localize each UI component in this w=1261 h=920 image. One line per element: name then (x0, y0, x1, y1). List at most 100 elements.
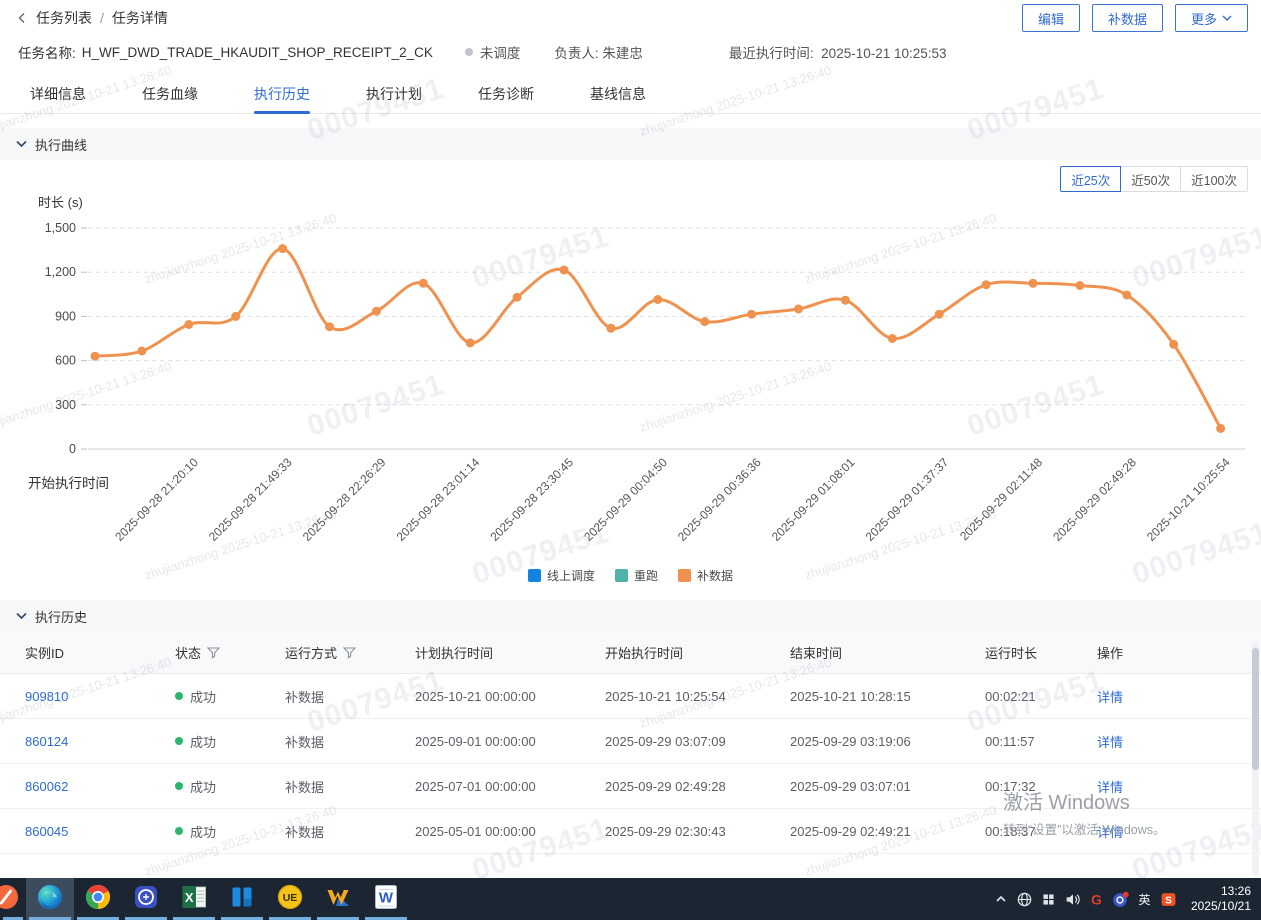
wps-taskbar-button[interactable] (314, 878, 362, 920)
range-button-1[interactable]: 近50次 (1120, 166, 1181, 192)
filter-icon[interactable] (343, 647, 356, 659)
breadcrumb-task-detail[interactable]: 任务详情 (112, 8, 168, 28)
legend-item-2[interactable]: 补数据 (678, 567, 733, 584)
y-tick-label: 1,200 (45, 265, 76, 279)
ultraedit-icon: UE (276, 883, 304, 916)
word-taskbar-button[interactable]: W (362, 878, 410, 920)
x-tick-label: 2025-09-28 23:30:45 (487, 455, 576, 544)
data-point[interactable] (747, 310, 756, 319)
g-app-icon[interactable]: G (1085, 878, 1109, 920)
instance-id-link[interactable]: 909810 (25, 689, 175, 704)
y-tick-label: 300 (55, 398, 76, 412)
excel-taskbar-button[interactable]: X (170, 878, 218, 920)
table-header-row: 实例ID状态运行方式计划执行时间开始执行时间结束时间运行时长操作 (0, 632, 1261, 674)
data-point[interactable] (372, 307, 381, 316)
detail-link[interactable]: 详情 (1097, 690, 1123, 705)
breadcrumb: 任务列表 / 任务详情 (16, 8, 168, 28)
data-point[interactable] (982, 280, 991, 289)
chevron-left-icon[interactable] (16, 12, 28, 24)
legend-item-0[interactable]: 线上调度 (528, 567, 595, 584)
curve-section-title: 执行曲线 (35, 135, 87, 154)
data-point[interactable] (653, 295, 662, 304)
data-point[interactable] (513, 293, 522, 302)
word-icon: W (372, 883, 400, 916)
chrome-taskbar-button[interactable] (74, 878, 122, 920)
data-point[interactable] (325, 322, 334, 331)
legend-swatch-icon (615, 569, 628, 582)
x-tick-label: 2025-09-28 23:01:14 (394, 455, 483, 544)
legend-item-1[interactable]: 重跑 (615, 567, 658, 584)
end-time-cell: 2025-09-29 02:49:21 (790, 824, 985, 839)
speaker-icon[interactable] (1061, 878, 1085, 920)
instance-id-link[interactable]: 860124 (25, 734, 175, 749)
tab-5[interactable]: 基线信息 (590, 78, 646, 113)
filter-icon[interactable] (207, 647, 220, 659)
data-point[interactable] (1029, 279, 1038, 288)
data-point[interactable] (560, 266, 569, 275)
tab-3[interactable]: 执行计划 (366, 78, 422, 113)
tab-2[interactable]: 执行历史 (254, 78, 310, 113)
data-point[interactable] (466, 338, 475, 347)
data-point[interactable] (231, 312, 240, 321)
data-point[interactable] (91, 352, 100, 361)
blue-chat-app-taskbar-button[interactable] (122, 878, 170, 920)
x-tick-label: 2025-09-29 02:11:48 (957, 455, 1045, 543)
range-button-0[interactable]: 近25次 (1060, 166, 1121, 192)
edge-taskbar-button[interactable] (26, 878, 74, 920)
backfill-button[interactable]: 补数据 (1092, 4, 1163, 32)
breadcrumb-task-list[interactable]: 任务列表 (36, 8, 92, 28)
scrollbar-thumb[interactable] (1252, 648, 1259, 770)
header-actions: 编辑 补数据 更多 (1022, 4, 1248, 32)
detail-link[interactable]: 详情 (1097, 780, 1123, 795)
plan-time-cell: 2025-10-21 00:00:00 (415, 689, 605, 704)
data-point[interactable] (794, 305, 803, 314)
blue-h-app-taskbar-button[interactable] (218, 878, 266, 920)
start-time-cell: 2025-09-29 03:07:09 (605, 734, 790, 749)
data-point[interactable] (1075, 281, 1084, 290)
data-point[interactable] (278, 244, 287, 253)
success-dot-icon (175, 692, 183, 700)
plan-time-cell: 2025-07-01 00:00:00 (415, 779, 605, 794)
ime-label[interactable]: 英 (1133, 878, 1157, 920)
data-point[interactable] (137, 347, 146, 356)
chevron-up-icon[interactable] (989, 878, 1013, 920)
data-point[interactable] (184, 320, 193, 329)
data-point[interactable] (841, 296, 850, 305)
x-tick-label: 2025-09-28 21:49:33 (206, 455, 295, 544)
column-header-6: 运行时长 (985, 643, 1097, 662)
detail-link[interactable]: 详情 (1097, 735, 1123, 750)
data-point[interactable] (935, 310, 944, 319)
collapse-chevron-icon[interactable] (16, 612, 27, 620)
series-line-backfill (95, 249, 1221, 429)
instance-id-link[interactable]: 860062 (25, 779, 175, 794)
tab-4[interactable]: 任务诊断 (478, 78, 534, 113)
taskbar-clock[interactable]: 13:26 2025/10/21 (1191, 884, 1251, 914)
tab-1[interactable]: 任务血缘 (142, 78, 198, 113)
svg-text:X: X (185, 890, 194, 905)
edit-button[interactable]: 编辑 (1022, 4, 1080, 32)
instance-id-link[interactable]: 860045 (25, 824, 175, 839)
sogou-icon[interactable]: S (1157, 878, 1181, 920)
ultraedit-taskbar-button[interactable]: UE (266, 878, 314, 920)
curve-section-header: 执行曲线 (0, 128, 1261, 160)
data-point[interactable] (606, 324, 615, 333)
history-section-title: 执行历史 (35, 607, 87, 626)
task-summary-row: 任务名称: H_WF_DWD_TRADE_HKAUDIT_SHOP_RECEIP… (18, 42, 1247, 62)
plan-time-cell: 2025-09-01 00:00:00 (415, 734, 605, 749)
data-point[interactable] (1122, 291, 1131, 300)
data-point[interactable] (1169, 340, 1178, 349)
more-button[interactable]: 更多 (1175, 4, 1248, 32)
collapse-chevron-icon[interactable] (16, 140, 27, 148)
data-point[interactable] (419, 279, 428, 288)
network-globe-icon[interactable] (1013, 878, 1037, 920)
notification-app-icon[interactable] (1109, 878, 1133, 920)
data-point[interactable] (1216, 424, 1225, 433)
range-button-2[interactable]: 近100次 (1180, 166, 1248, 192)
windows-icon[interactable] (1037, 878, 1061, 920)
tab-0[interactable]: 详细信息 (30, 78, 86, 113)
start-time-cell: 2025-09-29 02:49:28 (605, 779, 790, 794)
data-point[interactable] (888, 334, 897, 343)
data-point[interactable] (700, 317, 709, 326)
orange-partial-app-taskbar-button[interactable] (0, 878, 26, 920)
detail-link[interactable]: 详情 (1097, 825, 1123, 840)
